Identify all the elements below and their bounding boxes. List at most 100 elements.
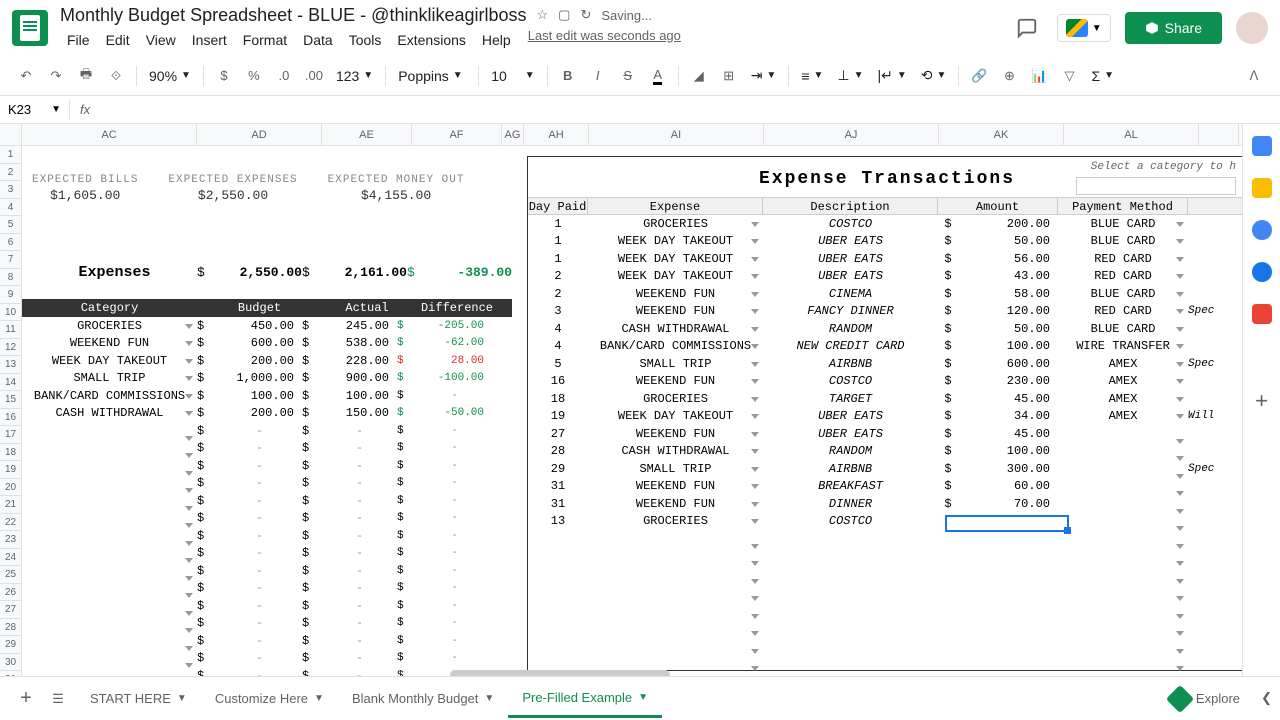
sheet-tab[interactable]: Pre-Filled Example ▼: [508, 680, 662, 718]
transaction-row[interactable]: 1 GROCERIES COSTCO $200.00 BLUE CARD: [528, 215, 1242, 233]
last-edit-link[interactable]: Last edit was seconds ago: [528, 28, 681, 52]
halign-button[interactable]: ≡▼: [795, 66, 829, 86]
toolbar: ↶ ↷ 🖶 ⟐ 90%▼ $ % .0 .00 123▼ Poppins▼ 10…: [0, 56, 1280, 96]
add-on-plus-icon[interactable]: +: [1255, 388, 1268, 414]
tasks-icon[interactable]: [1252, 220, 1272, 240]
column-headers[interactable]: ACADAEAFAGAHAIAJAKAL: [0, 124, 1242, 146]
transaction-row[interactable]: 16 WEEKEND FUN COSTCO $230.00 AMEX: [528, 373, 1242, 391]
format-select[interactable]: 123▼: [330, 66, 379, 86]
font-select[interactable]: Poppins▼: [392, 66, 472, 86]
rotate-button[interactable]: ⟲▼: [915, 65, 953, 86]
functions-button[interactable]: Σ▼: [1085, 66, 1120, 86]
saving-status: Saving...: [601, 8, 652, 23]
transaction-row[interactable]: 1 WEEK DAY TAKEOUT UBER EATS $50.00 BLUE…: [528, 233, 1242, 251]
comment-button[interactable]: ⊕: [995, 62, 1023, 90]
transaction-row[interactable]: 29 SMALL TRIP AIRBNB $300.00 Spec: [528, 460, 1242, 478]
transaction-row[interactable]: 2 WEEKEND FUN CINEMA $58.00 BLUE CARD: [528, 285, 1242, 303]
wrap-button[interactable]: |↵▼: [872, 65, 913, 86]
cell-name-box[interactable]: K23▼: [0, 100, 70, 119]
transaction-row[interactable]: 19 WEEK DAY TAKEOUT UBER EATS $34.00 AME…: [528, 408, 1242, 426]
menu-insert[interactable]: Insert: [185, 28, 234, 52]
doc-title[interactable]: Monthly Budget Spreadsheet - BLUE - @thi…: [60, 5, 527, 26]
move-icon[interactable]: ▢: [558, 7, 570, 23]
transaction-row[interactable]: 27 WEEKEND FUN UBER EATS $45.00: [528, 425, 1242, 443]
borders-button[interactable]: ⊞: [715, 62, 743, 90]
keep-icon[interactable]: [1252, 178, 1272, 198]
explore-button[interactable]: Explore: [1170, 689, 1240, 709]
side-panel: +: [1242, 124, 1280, 680]
menu-format[interactable]: Format: [236, 28, 294, 52]
add-sheet-button[interactable]: +: [12, 685, 40, 713]
sheet-tab[interactable]: Customize Here ▼: [201, 680, 338, 718]
category-row[interactable]: BANK/CARD COMMISSIONS $100.00 $100.00 $-: [22, 387, 512, 405]
italic-button[interactable]: I: [584, 62, 612, 90]
category-row[interactable]: SMALL TRIP $1,000.00 $900.00 $-100.00: [22, 370, 512, 388]
decrease-decimal-button[interactable]: .0: [270, 62, 298, 90]
fill-color-button[interactable]: ◢: [685, 62, 713, 90]
maps-icon[interactable]: [1252, 304, 1272, 324]
category-row[interactable]: GROCERIES $450.00 $245.00 $-205.00: [22, 317, 512, 335]
category-row[interactable]: CASH WITHDRAWAL $200.00 $150.00 $-50.00: [22, 405, 512, 423]
print-button[interactable]: 🖶: [72, 62, 100, 90]
transaction-row[interactable]: 31 WEEKEND FUN DINNER $70.00: [528, 495, 1242, 513]
transaction-row[interactable]: 2 WEEK DAY TAKEOUT UBER EATS $43.00 RED …: [528, 268, 1242, 286]
star-icon[interactable]: ☆: [537, 7, 549, 23]
formula-input[interactable]: [100, 100, 1280, 119]
menu-view[interactable]: View: [139, 28, 183, 52]
transaction-row[interactable]: 4 CASH WITHDRAWAL RANDOM $50.00 BLUE CAR…: [528, 320, 1242, 338]
meet-button[interactable]: ▼: [1057, 14, 1111, 42]
category-table[interactable]: CategoryBudgetActualDifferenceGROCERIES …: [22, 299, 512, 680]
transaction-row[interactable]: 3 WEEKEND FUN FANCY DINNER $120.00 RED C…: [528, 303, 1242, 321]
summary-section: EXPECTED BILLS$1,605.00EXPECTED EXPENSES…: [32, 174, 464, 203]
comments-icon[interactable]: [1011, 12, 1043, 44]
row-headers[interactable]: 1234567891011121314151617181920212223242…: [0, 146, 22, 680]
share-button[interactable]: Share: [1125, 12, 1222, 44]
chart-button[interactable]: 📊: [1025, 62, 1053, 90]
category-filter[interactable]: [1076, 177, 1236, 195]
transaction-row[interactable]: 18 GROCERIES TARGET $45.00 AMEX: [528, 390, 1242, 408]
font-size-select[interactable]: 10▼: [485, 66, 540, 86]
percent-button[interactable]: %: [240, 62, 268, 90]
transaction-row[interactable]: 1 WEEK DAY TAKEOUT UBER EATS $56.00 RED …: [528, 250, 1242, 268]
menu-tools[interactable]: Tools: [342, 28, 389, 52]
bold-button[interactable]: B: [554, 62, 582, 90]
redo-button[interactable]: ↷: [42, 62, 70, 90]
transaction-row[interactable]: 5 SMALL TRIP AIRBNB $600.00 AMEX Spec: [528, 355, 1242, 373]
currency-button[interactable]: $: [210, 62, 238, 90]
link-button[interactable]: 🔗: [965, 62, 993, 90]
all-sheets-button[interactable]: ☰: [44, 685, 72, 713]
grid-cells[interactable]: EXPECTED BILLS$1,605.00EXPECTED EXPENSES…: [22, 146, 1242, 680]
sheet-tab[interactable]: START HERE ▼: [76, 680, 201, 718]
zoom-select[interactable]: 90%▼: [143, 66, 197, 86]
calendar-icon[interactable]: [1252, 136, 1272, 156]
category-row[interactable]: WEEKEND FUN $600.00 $538.00 $-62.00: [22, 335, 512, 353]
category-row[interactable]: WEEK DAY TAKEOUT $200.00 $228.00 $28.00: [22, 352, 512, 370]
transactions-body[interactable]: 1 GROCERIES COSTCO $200.00 BLUE CARD 1 W…: [528, 215, 1242, 670]
filter-button[interactable]: ▽: [1055, 62, 1083, 90]
transaction-row[interactable]: 28 CASH WITHDRAWAL RANDOM $100.00: [528, 443, 1242, 461]
menu-edit[interactable]: Edit: [99, 28, 137, 52]
text-color-button[interactable]: A: [644, 62, 672, 90]
contacts-icon[interactable]: [1252, 262, 1272, 282]
collapse-toolbar-button[interactable]: ᐱ: [1240, 62, 1268, 90]
cloud-icon[interactable]: ↻: [580, 7, 591, 23]
sheet-tab[interactable]: Blank Monthly Budget ▼: [338, 680, 508, 718]
transaction-row[interactable]: 13 GROCERIES COSTCO: [528, 513, 1242, 531]
menu-file[interactable]: File: [60, 28, 97, 52]
account-avatar[interactable]: [1236, 12, 1268, 44]
increase-decimal-button[interactable]: .00: [300, 62, 328, 90]
merge-button[interactable]: ⇥▼: [745, 65, 783, 86]
transaction-row[interactable]: 4 BANK/CARD COMMISSIONS NEW CREDIT CARD …: [528, 338, 1242, 356]
valign-button[interactable]: ⊥▼: [831, 65, 869, 86]
menu-extensions[interactable]: Extensions: [390, 28, 472, 52]
expenses-header: Expenses $2,550.00 $2,161.00 $-389.00: [32, 264, 512, 281]
sheets-logo[interactable]: [12, 10, 48, 46]
menu-data[interactable]: Data: [296, 28, 340, 52]
paint-format-button[interactable]: ⟐: [102, 62, 130, 90]
strike-button[interactable]: S: [614, 62, 642, 90]
menu-help[interactable]: Help: [475, 28, 518, 52]
side-panel-toggle[interactable]: ❮: [1261, 690, 1272, 706]
transactions-panel[interactable]: Select a category to h Expense Transacti…: [527, 156, 1242, 671]
undo-button[interactable]: ↶: [12, 62, 40, 90]
transaction-row[interactable]: 31 WEEKEND FUN BREAKFAST $60.00: [528, 478, 1242, 496]
